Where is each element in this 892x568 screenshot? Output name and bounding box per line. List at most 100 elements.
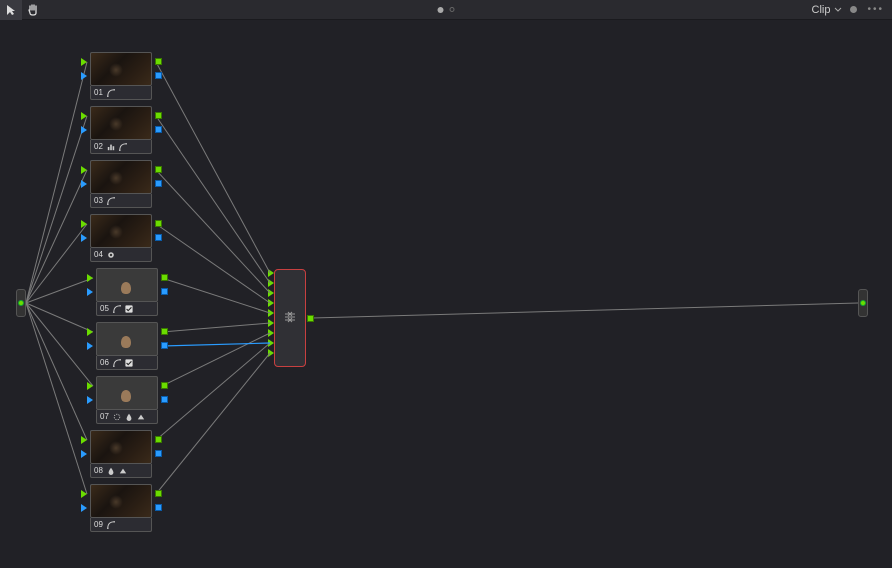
alpha-output-port[interactable] [155,504,162,511]
rgb-input-port[interactable] [87,382,93,390]
node-info-bar: 01 [90,86,152,100]
alpha-input-port[interactable] [87,342,93,350]
scope-selector[interactable]: Clip [812,4,858,16]
input-port-icon [18,300,24,306]
page-dot-2[interactable] [450,7,455,12]
node-number: 03 [94,196,103,205]
alpha-input-port[interactable] [81,72,87,80]
node-number: 08 [94,466,103,475]
page-indicator[interactable] [438,7,455,13]
node-graph-canvas[interactable]: 01 02 03 04 05 06 07 08 09 [0,20,892,568]
curve-badge-icon [107,89,115,97]
circle-badge-icon [107,251,115,259]
node-thumbnail [96,376,158,410]
mixer-icon [283,310,297,327]
rgb-input-port[interactable] [81,490,87,498]
tri-badge-icon [137,413,145,421]
alpha-output-port[interactable] [161,342,168,349]
rgb-output-port[interactable] [155,58,162,65]
pan-tool[interactable] [22,0,44,20]
node-info-bar: 08 [90,464,152,478]
more-menu[interactable]: ••• [867,4,884,15]
node-number: 06 [100,358,109,367]
output-port-icon [860,300,866,306]
rgb-output-port[interactable] [155,490,162,497]
alpha-input-port[interactable] [81,234,87,242]
alpha-output-port[interactable] [161,288,168,295]
dotcircle-badge-icon [113,413,121,421]
alpha-input-port[interactable] [81,504,87,512]
curve-badge-icon [107,521,115,529]
check-badge-icon [125,359,133,367]
drop-badge-icon [107,467,115,475]
alpha-output-port[interactable] [155,234,162,241]
rgb-input-port[interactable] [87,328,93,336]
rgb-input-port[interactable] [81,112,87,120]
alpha-input-port[interactable] [87,396,93,404]
grade-node-06[interactable]: 06 [96,322,158,370]
node-info-bar: 06 [96,356,158,370]
alpha-output-port[interactable] [155,180,162,187]
rgb-output-port[interactable] [155,220,162,227]
rgb-input-port[interactable] [81,58,87,66]
node-info-bar: 09 [90,518,152,532]
node-number: 04 [94,250,103,259]
bars-badge-icon [107,143,115,151]
node-thumbnail [90,214,152,248]
node-number: 02 [94,142,103,151]
graph-output-node[interactable] [858,289,868,317]
grade-node-03[interactable]: 03 [90,160,152,208]
mixer-output-port[interactable] [307,315,314,322]
chevron-down-icon [834,7,842,13]
rgb-input-port[interactable] [81,220,87,228]
graph-input-node[interactable] [16,289,26,317]
alpha-output-port[interactable] [161,396,168,403]
node-thumbnail [90,430,152,464]
alpha-output-port[interactable] [155,72,162,79]
drop-badge-icon [125,413,133,421]
curve-badge-icon [113,305,121,313]
node-info-bar: 07 [96,410,158,424]
rgb-output-port[interactable] [155,436,162,443]
rgb-input-port[interactable] [87,274,93,282]
rgb-input-port[interactable] [81,166,87,174]
curve-badge-icon [113,359,121,367]
curve-badge-icon [119,143,127,151]
node-thumbnail [96,322,158,356]
grade-node-09[interactable]: 09 [90,484,152,532]
node-info-bar: 05 [96,302,158,316]
rgb-output-port[interactable] [155,112,162,119]
grade-node-01[interactable]: 01 [90,52,152,100]
grade-node-07[interactable]: 07 [96,376,158,424]
node-info-bar: 03 [90,194,152,208]
node-number: 05 [100,304,109,313]
alpha-output-port[interactable] [155,450,162,457]
node-info-bar: 04 [90,248,152,262]
scope-dot-icon [850,6,857,13]
grade-node-08[interactable]: 08 [90,430,152,478]
rgb-output-port[interactable] [161,274,168,281]
alpha-input-port[interactable] [81,126,87,134]
curve-badge-icon [107,197,115,205]
grade-node-05[interactable]: 05 [96,268,158,316]
rgb-input-port[interactable] [81,436,87,444]
alpha-input-port[interactable] [81,450,87,458]
alpha-input-port[interactable] [87,288,93,296]
rgb-output-port[interactable] [161,328,168,335]
node-thumbnail [90,484,152,518]
parallel-mixer-node[interactable] [274,269,306,367]
node-number: 07 [100,412,109,421]
alpha-output-port[interactable] [155,126,162,133]
select-tool[interactable] [0,0,22,20]
node-thumbnail [96,268,158,302]
grade-node-04[interactable]: 04 [90,214,152,262]
page-dot-1[interactable] [438,7,444,13]
node-number: 01 [94,88,103,97]
toolbar: Clip ••• [0,0,892,20]
node-thumbnail [90,106,152,140]
rgb-output-port[interactable] [161,382,168,389]
grade-node-02[interactable]: 02 [90,106,152,154]
rgb-output-port[interactable] [155,166,162,173]
alpha-input-port[interactable] [81,180,87,188]
node-info-bar: 02 [90,140,152,154]
